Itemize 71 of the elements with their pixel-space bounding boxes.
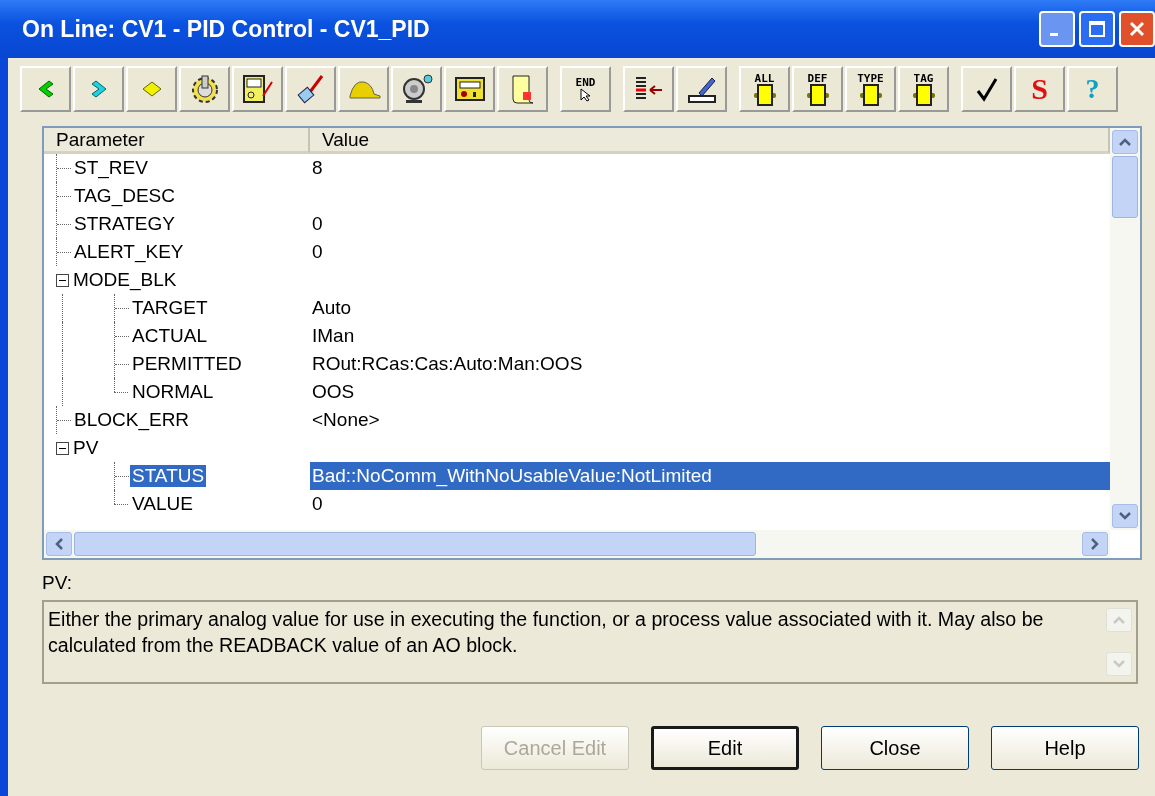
meter-tool-button[interactable] bbox=[232, 66, 283, 112]
scroll-tool-button[interactable] bbox=[497, 66, 548, 112]
horizontal-scrollbar[interactable] bbox=[44, 530, 1110, 558]
parameter-value: 0 bbox=[312, 493, 323, 515]
help-icon: ? bbox=[1085, 73, 1100, 105]
close-button[interactable] bbox=[1119, 11, 1155, 47]
maximize-button[interactable] bbox=[1079, 11, 1115, 47]
parameter-name[interactable]: ALERT_KEY bbox=[72, 241, 186, 263]
parameter-value: Auto bbox=[312, 297, 352, 319]
parameter-name[interactable]: ST_REV bbox=[72, 157, 150, 179]
parameter-name[interactable]: TAG_DESC bbox=[72, 185, 177, 207]
scrollbar-thumb[interactable] bbox=[1112, 156, 1138, 218]
maximize-icon bbox=[1087, 19, 1107, 39]
dialog-button[interactable]: Edit bbox=[651, 726, 799, 770]
parameter-value: ROut:RCas:Cas:Auto:Man:OOS bbox=[312, 353, 583, 375]
minimize-icon bbox=[1050, 32, 1058, 36]
parameter-name[interactable]: TARGET bbox=[130, 297, 210, 319]
parameter-value: 0 bbox=[312, 213, 323, 235]
vertical-scrollbar[interactable] bbox=[1110, 128, 1140, 530]
minus-box-icon bbox=[56, 273, 69, 287]
parameter-value: IMan bbox=[312, 325, 355, 347]
pencil-tool-button[interactable] bbox=[676, 66, 727, 112]
parameter-name[interactable]: PV bbox=[71, 437, 101, 459]
close-icon bbox=[1127, 19, 1147, 39]
meter-icon bbox=[240, 72, 275, 106]
minimize-button[interactable] bbox=[1039, 11, 1075, 47]
block-tool-button[interactable]: TAG bbox=[898, 66, 949, 112]
end-tool-button[interactable]: END bbox=[560, 66, 611, 112]
scroll-left-button[interactable] bbox=[46, 532, 72, 556]
parameter-name[interactable]: VALUE bbox=[130, 493, 195, 515]
parameter-value: OOS bbox=[312, 381, 355, 403]
window-title: On Line: CV1 - PID Control - CV1_PID bbox=[22, 15, 430, 43]
bell-tool-button[interactable] bbox=[391, 66, 442, 112]
parameter-value: 0 bbox=[312, 241, 323, 263]
scroll-right-button[interactable] bbox=[1082, 532, 1108, 556]
forward-tool-button[interactable] bbox=[73, 66, 124, 112]
block-tool-button[interactable]: DEF bbox=[792, 66, 843, 112]
parameter-value: <None> bbox=[312, 409, 380, 431]
description-text: Either the primary analog value for use in executing the function, or a process value associated with it. May also be calculated from the READBACK value of an AO block. bbox=[47, 607, 1045, 658]
parameter-value: Bad::NoComm_WithNoUsableValue:NotLimited bbox=[312, 465, 712, 487]
parameter-name[interactable]: STATUS bbox=[130, 465, 207, 487]
dialog-button[interactable]: Close bbox=[821, 726, 969, 770]
column-header[interactable]: Parameter bbox=[44, 128, 310, 154]
gear-tool-button[interactable] bbox=[179, 66, 230, 112]
description-label: PV: bbox=[42, 572, 73, 594]
back-tool-button[interactable] bbox=[20, 66, 71, 112]
minus-box-icon bbox=[56, 441, 69, 455]
scroll-up-button[interactable] bbox=[1112, 130, 1138, 154]
parameter-name[interactable]: STRATEGY bbox=[72, 213, 177, 235]
collapse-toggle[interactable] bbox=[56, 273, 69, 287]
block-tool-button[interactable]: TYPE bbox=[845, 66, 896, 112]
device-tool-button[interactable] bbox=[444, 66, 495, 112]
s-tool-button[interactable]: S bbox=[1014, 66, 1065, 112]
scrollbar-thumb[interactable] bbox=[74, 532, 756, 556]
parameter-name[interactable]: ACTUAL bbox=[130, 325, 209, 347]
probe-tool-button[interactable] bbox=[285, 66, 336, 112]
collapse-toggle[interactable] bbox=[56, 441, 69, 455]
parameter-name[interactable]: MODE_BLK bbox=[71, 269, 179, 291]
block-tool-button[interactable]: ALL bbox=[739, 66, 790, 112]
dialog-button[interactable]: Help bbox=[991, 726, 1139, 770]
s-icon: S bbox=[1031, 72, 1048, 106]
parameter-value: 8 bbox=[312, 157, 323, 179]
scroll-down-button[interactable] bbox=[1112, 504, 1138, 528]
parameter-name[interactable]: PERMITTED bbox=[130, 353, 244, 375]
list-tool-button[interactable] bbox=[623, 66, 674, 112]
end-icon: END bbox=[575, 76, 596, 102]
column-header[interactable]: Value bbox=[310, 128, 1110, 154]
parameter-name[interactable]: NORMAL bbox=[130, 381, 216, 403]
parameter-name[interactable]: BLOCK_ERR bbox=[72, 409, 192, 431]
check-tool-button[interactable] bbox=[961, 66, 1012, 112]
cursor-icon bbox=[578, 87, 593, 102]
